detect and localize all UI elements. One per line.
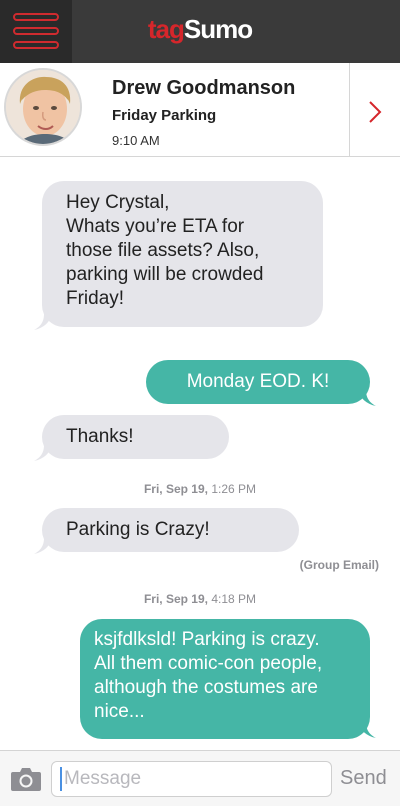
- message-bubble-incoming[interactable]: Hey Crystal, Whats you’re ETA for those …: [42, 181, 323, 327]
- contact-name: Drew Goodmanson: [112, 77, 296, 99]
- message-input[interactable]: [51, 761, 332, 797]
- message-composer: Send: [0, 750, 400, 806]
- send-button[interactable]: Send: [340, 767, 387, 790]
- group-email-label: (Group Email): [299, 558, 379, 572]
- conversation-subject: Friday Parking: [112, 107, 217, 124]
- message-bubble-incoming[interactable]: Parking is Crazy!: [42, 508, 299, 552]
- top-bar: tagSumo: [0, 0, 400, 63]
- conversation-time: 9:10 AM: [112, 133, 160, 148]
- message-bubble-incoming[interactable]: Thanks!: [42, 415, 229, 459]
- text-cursor: [60, 767, 62, 791]
- camera-icon: [11, 768, 41, 791]
- contact-details-button[interactable]: [349, 63, 400, 156]
- message-bubble-outgoing[interactable]: Monday EOD. K!: [146, 360, 370, 404]
- message-thread[interactable]: Hey Crystal, Whats you’re ETA for those …: [0, 158, 400, 750]
- avatar: [4, 68, 82, 146]
- app-logo: tagSumo: [147, 14, 253, 44]
- timestamp: Fri, Sep 19, 1:26 PM: [143, 482, 257, 496]
- timestamp: Fri, Sep 19, 4:18 PM: [143, 592, 257, 606]
- message-bubble-outgoing[interactable]: ksjfdlksld! Parking is crazy. All them c…: [80, 619, 370, 739]
- chevron-right-icon: [369, 101, 382, 123]
- conversation-header: Drew Goodmanson Friday Parking 9:10 AM: [0, 63, 400, 157]
- camera-button[interactable]: [10, 766, 42, 797]
